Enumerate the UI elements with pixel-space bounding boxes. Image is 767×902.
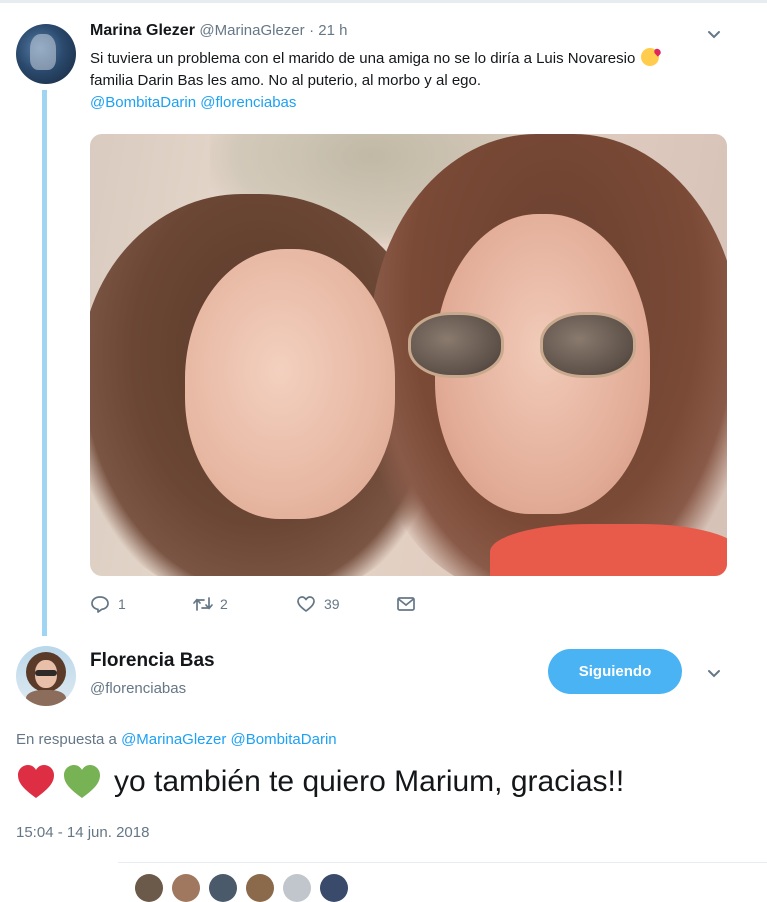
retweet-icon[interactable] — [192, 594, 213, 614]
tweet2-timestamp[interactable]: 15:04 - 14 jun. 2018 — [16, 824, 149, 841]
avatar-florencia[interactable] — [16, 646, 76, 706]
reply-prefix: En respuesta a — [16, 731, 117, 748]
envelope-icon[interactable] — [396, 594, 416, 614]
liker-avatar[interactable] — [246, 874, 274, 902]
following-button[interactable]: Siguiendo — [548, 649, 682, 694]
mention-florenciabas[interactable]: @florenciabas — [200, 94, 296, 111]
tweet1-actions: 1 2 39 — [90, 594, 727, 616]
liker-avatar[interactable] — [209, 874, 237, 902]
reply-action[interactable]: 1 — [90, 594, 126, 614]
reply-icon[interactable] — [90, 594, 110, 614]
dm-action[interactable] — [396, 594, 416, 614]
likers-avatars[interactable] — [135, 874, 348, 902]
top-divider — [0, 0, 767, 3]
tweet1-text-part1: Si tuviera un problema con el marido de … — [90, 50, 636, 67]
green-heart-icon — [64, 765, 100, 798]
tweet1-author-name[interactable]: Marina Glezer — [90, 22, 195, 39]
avatar-marina[interactable] — [16, 24, 76, 84]
like-action[interactable]: 39 — [296, 594, 340, 614]
tweet2-author-name[interactable]: Florencia Bas — [90, 650, 215, 672]
like-count: 39 — [324, 596, 340, 612]
chevron-down-icon[interactable] — [706, 26, 722, 42]
liker-avatar[interactable] — [320, 874, 348, 902]
red-heart-icon — [18, 765, 54, 798]
tweet1-photo[interactable] — [90, 134, 727, 576]
retweet-count: 2 — [220, 596, 228, 612]
liker-avatar[interactable] — [283, 874, 311, 902]
tweet1-header: Marina Glezer @MarinaGlezer · 21 h — [90, 22, 347, 40]
tweet2-text: yo también te quiero Marium, gracias!! — [16, 762, 624, 802]
reply-count: 1 — [118, 596, 126, 612]
stats-divider — [118, 862, 767, 863]
retweet-action[interactable]: 2 — [192, 594, 228, 614]
tweet1-text: Si tuviera un problema con el marido de … — [90, 48, 690, 114]
thread-connector — [42, 90, 47, 636]
mention-bombitadarin[interactable]: @BombitaDarin — [90, 94, 196, 111]
tweet2-author-handle[interactable]: @florenciabas — [90, 680, 186, 697]
reply-context: En respuesta a @MarinaGlezer @BombitaDar… — [16, 731, 337, 748]
tweet1-author-handle[interactable]: @MarinaGlezer — [199, 22, 304, 39]
mention-bombitadarin[interactable]: @BombitaDarin — [231, 731, 337, 748]
tweet2-text-content: yo también te quiero Marium, gracias!! — [114, 765, 625, 798]
liker-avatar[interactable] — [135, 874, 163, 902]
chevron-down-icon[interactable] — [706, 665, 722, 681]
heart-outline-icon[interactable] — [296, 594, 316, 614]
mention-marinaglezer[interactable]: @MarinaGlezer — [121, 731, 226, 748]
kiss-emoji-icon — [641, 48, 660, 66]
tweet1-time[interactable]: · 21 h — [309, 22, 347, 39]
liker-avatar[interactable] — [172, 874, 200, 902]
tweet1-text-part2: familia Darin Bas les amo. No al puterio… — [90, 72, 482, 89]
